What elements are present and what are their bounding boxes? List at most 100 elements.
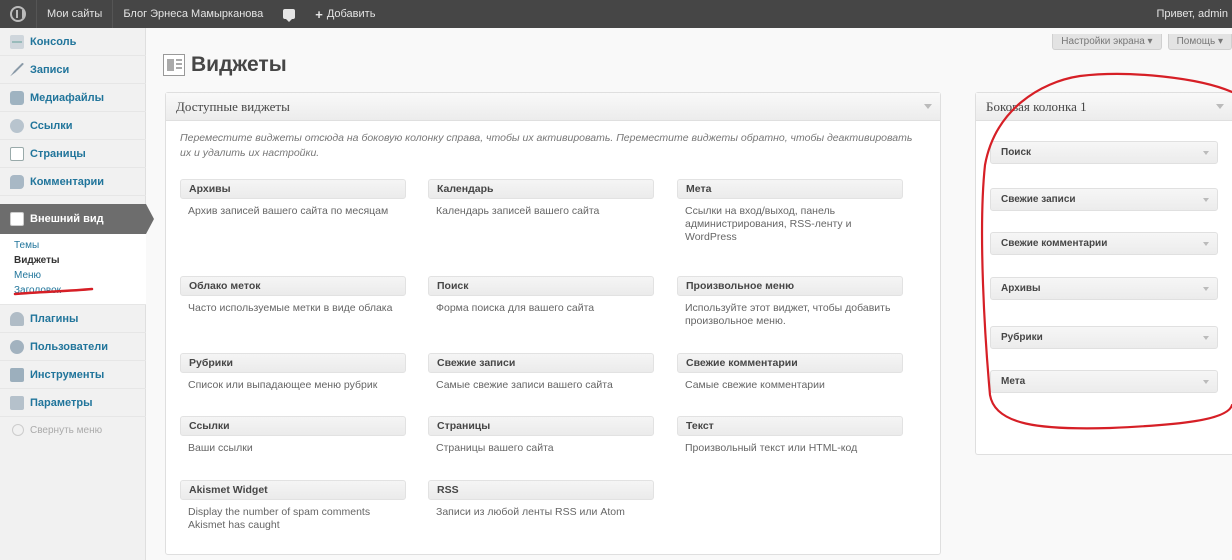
submenu-themes[interactable]: Темы [0,238,146,253]
sidebar-widget-search[interactable]: Поиск [990,141,1218,164]
comment-bubble-icon [10,174,24,189]
widget-archives[interactable]: Архивы Архив записей вашего сайта по мес… [180,179,420,237]
widget-title[interactable]: Akismet Widget [180,480,406,500]
widget-description: Произвольный текст или HTML-код [685,442,858,454]
site-name-link[interactable]: Блог Эрнеса Мамырканова [113,0,273,28]
link-icon [10,118,24,133]
admin-menu: Консоль Записи Медиафайлы Ссылки Страниц… [0,28,154,443]
widget-meta[interactable]: Мета Ссылки на вход/выход, панель админи… [677,179,917,243]
sidebar-widget-categories[interactable]: Рубрики [990,326,1218,349]
menu-links[interactable]: Ссылки [0,112,146,140]
sidebar-widget-label: Поиск [1001,147,1032,158]
widget-title[interactable]: Произвольное меню [677,276,903,296]
widget-description: Самые свежие комментарии [685,379,825,391]
screen-options-button[interactable]: Настройки экрана ▾ [1052,34,1162,50]
users-icon [10,339,24,354]
toggle-arrow-icon[interactable] [924,104,932,109]
settings-icon [10,395,24,410]
menu-tools-label: Инструменты [30,368,105,381]
menu-links-label: Ссылки [30,119,73,132]
sidebar-widget-recent-comments[interactable]: Свежие комментарии [990,232,1218,255]
sidebar-widget-label: Архивы [1001,283,1041,294]
widget-recent-posts[interactable]: Свежие записи Самые свежие записи вашего… [428,353,668,411]
expand-arrow-icon[interactable] [1203,335,1209,340]
plus-icon: + [315,6,323,22]
widget-pages[interactable]: Страницы Страницы вашего сайта [428,416,668,474]
page-icon [10,146,24,161]
menu-comments-label: Комментарии [30,175,105,188]
widgets-page-icon [163,54,185,76]
menu-appearance[interactable]: Внешний вид [0,204,154,234]
expand-arrow-icon[interactable] [1203,150,1209,155]
widget-title[interactable]: RSS [428,480,654,500]
sidebar-widget-recent-posts[interactable]: Свежие записи [990,188,1218,211]
widget-categories[interactable]: Рубрики Список или выпадающее меню рубри… [180,353,420,411]
sidebar-widget-archives[interactable]: Архивы [990,277,1218,300]
tools-icon [10,367,24,382]
sidebar-widget-meta[interactable]: Мета [990,370,1218,393]
submenu-widgets[interactable]: Виджеты [0,253,146,268]
menu-media[interactable]: Медиафайлы [0,84,146,112]
widget-title[interactable]: Облако меток [180,276,406,296]
menu-appearance-label: Внешний вид [30,213,104,225]
wordpress-logo-icon[interactable] [0,0,36,28]
plugin-icon [10,311,24,326]
menu-plugins-label: Плагины [30,312,79,325]
add-new-link[interactable]: + Добавить [305,0,385,28]
menu-tools[interactable]: Инструменты [0,361,146,389]
widget-title[interactable]: Страницы [428,416,654,436]
widget-title[interactable]: Поиск [428,276,654,296]
toggle-arrow-icon[interactable] [1216,104,1224,109]
menu-plugins[interactable]: Плагины [0,305,146,333]
admin-bar: Мои сайты Блог Эрнеса Мамырканова + Добав… [0,0,1232,28]
widget-title[interactable]: Календарь [428,179,654,199]
add-new-label: Добавить [326,8,376,20]
widget-description: Используйте этот виджет, чтобы добавить … [685,302,891,327]
available-widgets-header[interactable]: Доступные виджеты [166,93,940,121]
my-sites-link[interactable]: Мои сайты [37,0,112,28]
expand-arrow-icon[interactable] [1203,241,1209,246]
widget-search[interactable]: Поиск Форма поиска для вашего сайта [428,276,668,334]
widget-rss[interactable]: RSS Записи из любой ленты RSS или Atom [428,480,668,538]
menu-users[interactable]: Пользователи [0,333,146,361]
expand-arrow-icon[interactable] [1203,379,1209,384]
screen-meta-links: Настройки экрана ▾ Помощь ▾ [1052,34,1232,50]
menu-dashboard-label: Консоль [30,35,77,48]
menu-dashboard[interactable]: Консоль [0,28,146,56]
widget-akismet[interactable]: Akismet Widget Display the number of spa… [180,480,420,538]
widget-text[interactable]: Текст Произвольный текст или HTML-код [677,416,917,474]
menu-pages[interactable]: Страницы [0,140,146,168]
widget-recent-comments[interactable]: Свежие комментарии Самые свежие коммента… [677,353,917,411]
menu-comments[interactable]: Комментарии [0,168,146,196]
widget-description: Самые свежие записи вашего сайта [436,379,613,391]
submenu-header[interactable]: Заголовок [0,283,146,298]
submenu-menus[interactable]: Меню [0,268,146,283]
widget-custom-menu[interactable]: Произвольное меню Используйте этот видже… [677,276,917,334]
account-greeting[interactable]: Привет, admin [1146,0,1232,28]
expand-arrow-icon[interactable] [1203,286,1209,291]
menu-spacer [0,196,146,204]
widget-description: Страницы вашего сайта [436,442,554,454]
menu-settings[interactable]: Параметры [0,389,146,417]
widget-title[interactable]: Ссылки [180,416,406,436]
expand-arrow-icon[interactable] [1203,197,1209,202]
widget-title[interactable]: Текст [677,416,903,436]
widget-title[interactable]: Мета [677,179,903,199]
widget-title[interactable]: Свежие записи [428,353,654,373]
widget-title[interactable]: Свежие комментарии [677,353,903,373]
widget-title[interactable]: Архивы [180,179,406,199]
widget-description: Форма поиска для вашего сайта [436,302,595,314]
sidebar-header[interactable]: Боковая колонка 1 [976,93,1232,121]
menu-settings-label: Параметры [30,396,93,409]
help-button[interactable]: Помощь ▾ [1167,34,1232,50]
available-widgets-box: Доступные виджеты Переместите виджеты от… [165,92,941,555]
comments-link[interactable] [273,0,305,28]
collapse-menu-button[interactable]: Свернуть меню [0,417,146,443]
dashboard-icon [10,34,24,49]
widget-title[interactable]: Рубрики [180,353,406,373]
menu-posts[interactable]: Записи [0,56,146,84]
widget-links[interactable]: Ссылки Ваши ссылки [180,416,420,474]
widget-calendar[interactable]: Календарь Календарь записей вашего сайта [428,179,668,237]
sidebar-widget-label: Свежие записи [1001,194,1076,205]
widget-tag-cloud[interactable]: Облако меток Часто используемые метки в … [180,276,420,334]
